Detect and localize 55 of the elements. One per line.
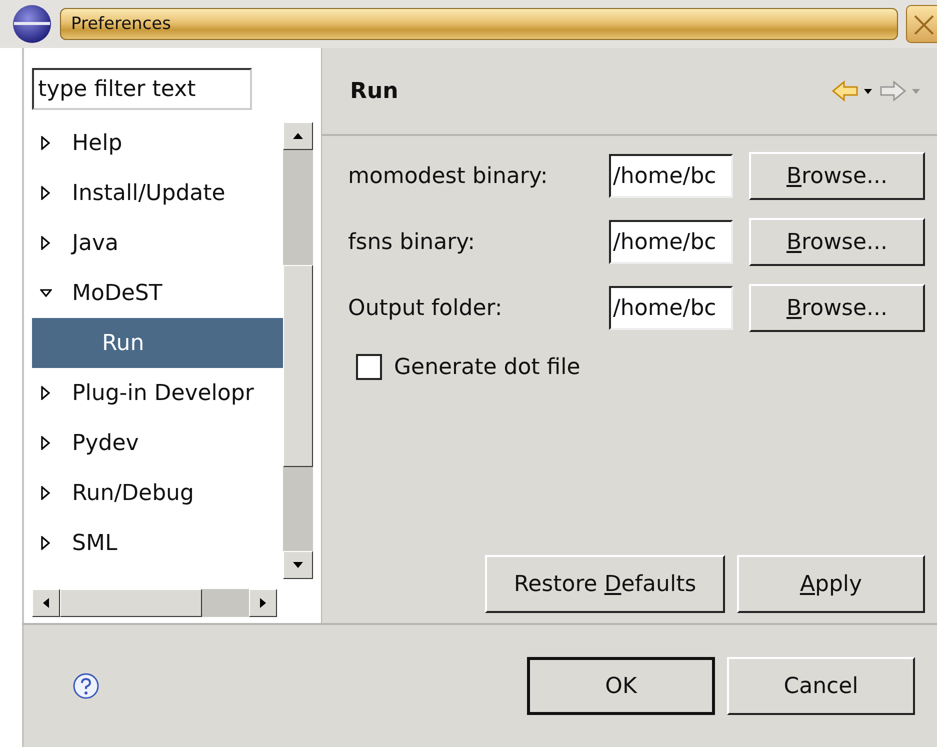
expand-icon[interactable] [40,236,52,250]
tree-item[interactable]: Java [32,218,283,268]
field-label: Output folder: [348,296,504,320]
expand-icon[interactable] [40,486,52,500]
expand-icon[interactable] [40,386,52,400]
tree-label: Plug-in Developr [72,380,254,406]
horizontal-scrollbar[interactable] [32,589,277,617]
tree-label: Help [72,130,122,156]
collapse-icon[interactable] [40,286,52,300]
tree-item[interactable]: SML [32,518,283,568]
tree-item[interactable]: Pydev [32,418,283,468]
tree-item[interactable]: Run/Debug [32,468,283,518]
help-icon[interactable] [72,672,100,700]
path-field[interactable]: /home/bc [609,154,733,198]
filter-field[interactable]: type filter text [32,68,252,110]
tree-item[interactable]: Help [32,118,283,168]
tree-item[interactable]: Plug-in Developr [32,368,283,418]
action-button[interactable]: Restore Defaults [485,555,725,613]
path-field[interactable]: /home/bc [609,220,733,264]
tree-item[interactable]: MoDeST [32,268,283,318]
browse-button[interactable]: Browse... [749,284,925,332]
checkbox[interactable] [356,354,382,380]
scroll-thumb[interactable] [60,589,202,617]
browse-button[interactable]: Browse... [749,218,925,266]
dialog-button[interactable]: OK [527,657,715,715]
tree-item[interactable]: Install/Update [32,168,283,218]
scroll-up-icon[interactable] [283,122,313,150]
expand-icon[interactable] [40,436,52,450]
tree-label: MoDeST [72,280,162,306]
tree-label: Java [72,230,118,256]
expand-icon[interactable] [40,536,52,550]
tree-label: SML [72,530,118,556]
tree-label: Run/Debug [72,480,194,506]
window-title: Preferences [71,14,171,34]
path-field[interactable]: /home/bc [609,286,733,330]
scroll-down-icon[interactable] [283,551,313,579]
scroll-right-icon[interactable] [249,589,277,617]
app-logo-icon [12,4,52,44]
tree-label: Install/Update [72,180,226,206]
expand-icon[interactable] [40,136,52,150]
close-icon[interactable] [906,5,937,43]
dialog-button[interactable]: Cancel [727,657,915,715]
action-button[interactable]: Apply [737,555,925,613]
vertical-scrollbar[interactable] [283,122,313,579]
tree-item[interactable]: Run [32,318,283,368]
scroll-left-icon[interactable] [32,589,60,617]
tree-label: Run [102,330,144,356]
scroll-thumb[interactable] [283,264,313,466]
browse-button[interactable]: Browse... [749,152,925,200]
expand-icon[interactable] [40,186,52,200]
tree-label: Pydev [72,430,139,456]
page-title: Run [350,78,398,104]
checkbox-label: Generate dot file [394,354,580,380]
field-label: fsns binary: [348,230,476,254]
field-label: momodest binary: [348,164,549,188]
